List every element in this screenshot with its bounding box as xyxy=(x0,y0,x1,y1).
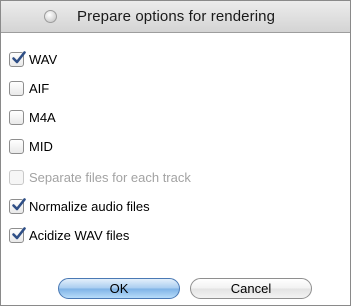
dialog-title: Prepare options for rendering xyxy=(77,8,276,25)
checkmark-icon xyxy=(12,197,26,210)
checkbox-mid-label: MID xyxy=(29,138,53,154)
checkbox-acidize-box[interactable] xyxy=(9,226,26,243)
checkbox-m4a-box[interactable] xyxy=(9,109,24,125)
checkbox-aif-label: AIF xyxy=(29,80,50,96)
checkmark-icon xyxy=(12,226,26,239)
checkbox-wav-label: WAV xyxy=(29,51,58,67)
checkbox-m4a[interactable]: M4A xyxy=(9,108,56,126)
checkbox-separate-files-box xyxy=(9,169,24,185)
checkbox-normalize-box[interactable] xyxy=(9,197,26,214)
checkbox-separate-files: Separate files for each track xyxy=(9,168,191,186)
dialog-window: Prepare options for rendering WAV AIF M4… xyxy=(0,0,351,306)
checkbox-aif[interactable]: AIF xyxy=(9,79,49,97)
checkbox-mid-box[interactable] xyxy=(9,138,24,154)
checkbox-wav-box[interactable] xyxy=(9,50,26,67)
checkmark-icon xyxy=(12,50,26,63)
checkbox-aif-box[interactable] xyxy=(9,80,24,96)
checkbox-separate-files-label: Separate files for each track xyxy=(29,169,191,185)
ok-button[interactable]: OK xyxy=(58,278,180,299)
checkbox-acidize-label: Acidize WAV files xyxy=(29,227,130,243)
cancel-button[interactable]: Cancel xyxy=(190,278,312,299)
title-bullet-icon xyxy=(44,10,57,23)
title-bar: Prepare options for rendering xyxy=(1,1,350,33)
checkbox-m4a-label: M4A xyxy=(29,109,56,125)
checkbox-mid[interactable]: MID xyxy=(9,137,53,155)
checkbox-normalize[interactable]: Normalize audio files xyxy=(9,197,150,215)
checkbox-normalize-label: Normalize audio files xyxy=(29,198,150,214)
checkbox-acidize[interactable]: Acidize WAV files xyxy=(9,226,129,244)
checkbox-wav[interactable]: WAV xyxy=(9,50,57,68)
